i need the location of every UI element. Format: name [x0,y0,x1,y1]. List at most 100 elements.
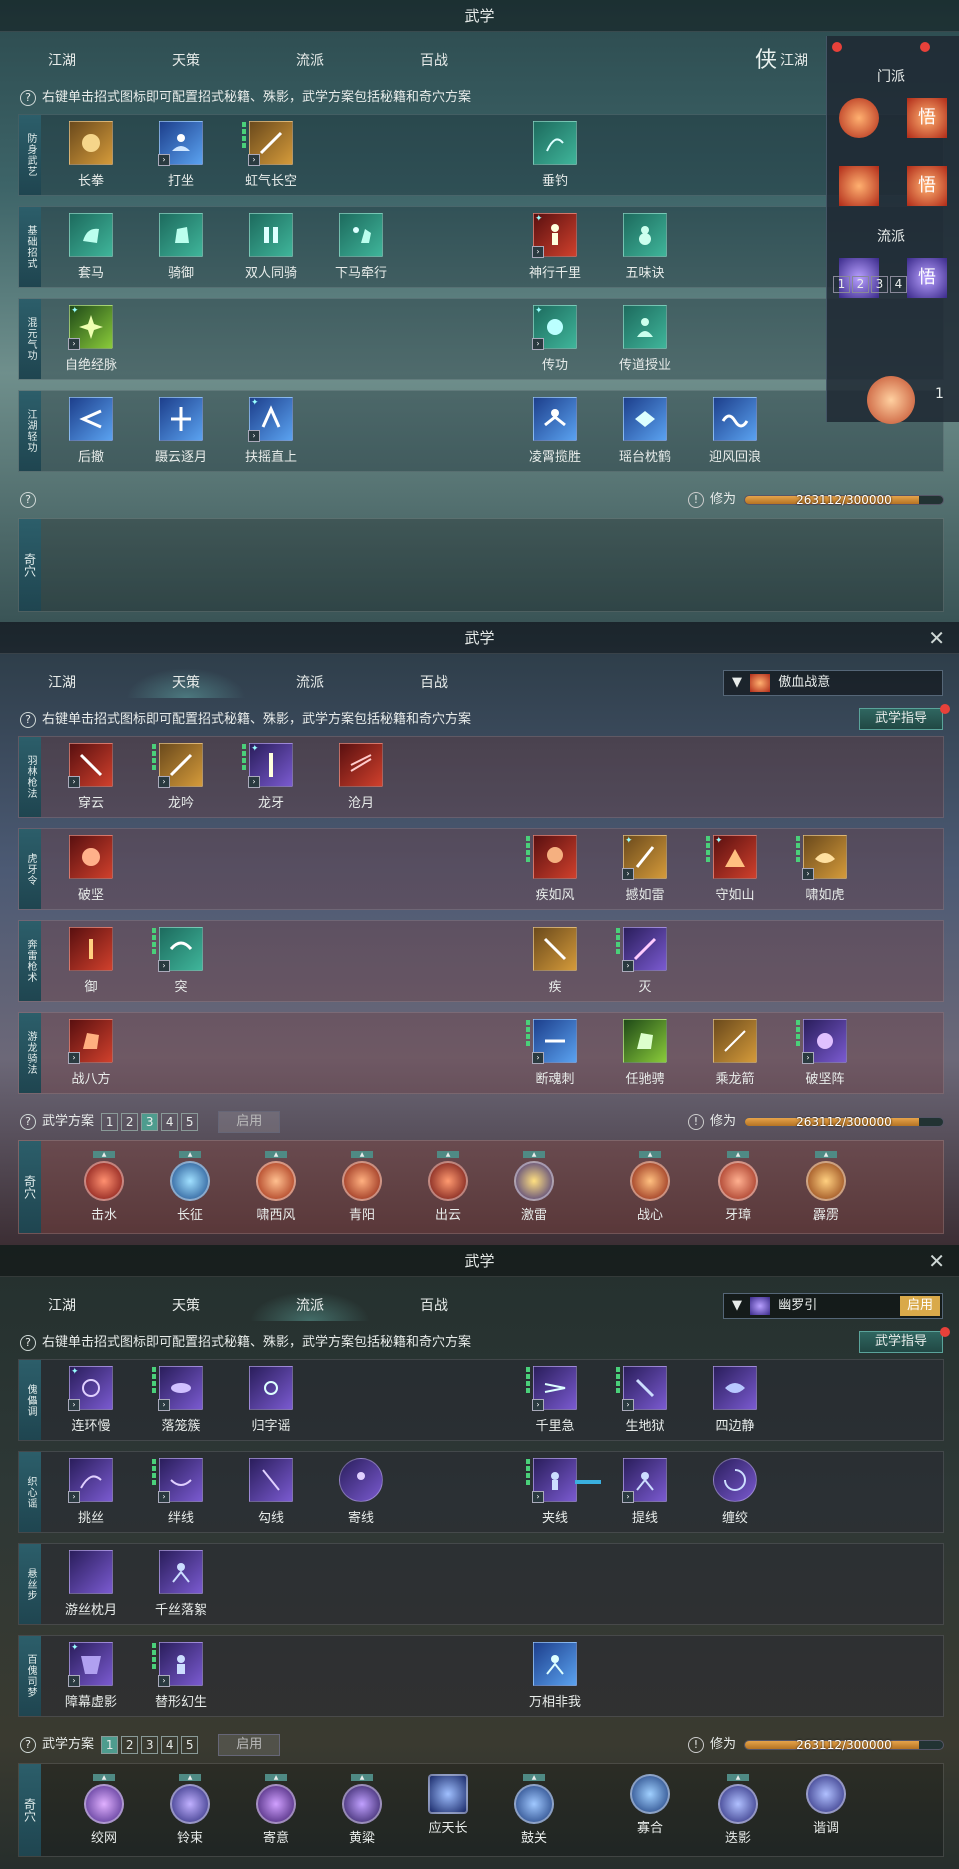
skill-lingxiaolansheng[interactable]: 凌霄揽胜 [515,397,595,465]
wuxue-guide-button[interactable]: 武学指导 [859,1331,943,1353]
skill-zhangmuxuying[interactable]: ✦ › 障幕虚影 [51,1642,131,1710]
skill-jiaxian[interactable]: › 夹线 [515,1458,595,1526]
tab-baizhan[interactable]: 百战 [374,46,494,76]
help-icon[interactable]: ? [20,89,36,106]
skill-cangyue[interactable]: 沧月 [321,743,401,811]
skill-fuyaozhishang[interactable]: ✦ › 扶摇直上 [231,397,311,465]
dropdown-enable-button[interactable]: 启用 [900,1296,940,1316]
qixue-qingyang[interactable]: ▲ 青阳 [327,1151,397,1223]
help-icon[interactable]: ? [20,1736,36,1753]
side-num-4[interactable]: 4 [890,276,907,293]
skill-longyin[interactable]: › 龙吟 [141,743,221,811]
skill-banxian[interactable]: › 绊线 [141,1458,221,1526]
menpai-skill-icon[interactable] [839,98,879,138]
help-icon[interactable]: ? [20,1334,36,1351]
qixue-zhanxin[interactable]: ▲ 战心 [615,1151,685,1223]
info-icon[interactable]: ! [688,1113,704,1130]
liupai-wu-icon[interactable]: 悟 [907,258,947,298]
tab-jianghu-right[interactable]: 江湖 [780,50,808,70]
skill-hongqichangkong[interactable]: › 虹气长空 [231,121,311,189]
skill-yu[interactable]: 御 [51,927,131,995]
side-num-2[interactable]: 2 [852,276,869,293]
skill-zijuejingmai[interactable]: ✦ › 自绝经脉 [51,305,131,373]
skill-jirufeng[interactable]: 疾如风 [515,835,595,903]
skill-mie[interactable]: › 灭 [605,927,685,995]
tab-tiance[interactable]: 天策 [126,46,246,76]
skill-chuanyun[interactable]: › 穿云 [51,743,131,811]
skill-dazuo[interactable]: › 打坐 [141,121,221,189]
info-icon[interactable]: ! [688,491,704,508]
tab-baizhan[interactable]: 百战 [374,668,494,698]
skill-wuweijue[interactable]: 五味诀 [605,213,685,281]
tab-tiance[interactable]: 天策 [126,1291,246,1321]
scheme-1[interactable]: 1 [101,1112,119,1131]
tab-liupai[interactable]: 流派 [250,1291,370,1321]
tab-liupai[interactable]: 流派 [250,668,370,698]
skill-sibianjing[interactable]: 四边静 [695,1366,775,1434]
close-icon[interactable]: ✕ [928,626,945,650]
skill-pojianzhen[interactable]: › 破坚阵 [785,1019,865,1087]
skill-guiziyao[interactable]: 归字谣 [231,1366,311,1434]
menpai-wu-icon[interactable]: 悟 [907,98,947,138]
skill-houche[interactable]: 后撤 [51,397,131,465]
info-icon[interactable]: ! [688,1736,704,1753]
skill-taoma[interactable]: 套马 [51,213,131,281]
skill-yaotaizhenhe[interactable]: 瑶台枕鹤 [605,397,685,465]
tab-jianghu[interactable]: 江湖 [2,668,122,698]
qixue-lingshu[interactable]: ▲ 铃束 [155,1774,225,1846]
skill-qianliji[interactable]: › 千里急 [515,1366,595,1434]
tab-jianghu[interactable]: 江湖 [2,1291,122,1321]
menpai-wu2-icon[interactable]: 悟 [907,166,947,206]
scheme-2[interactable]: 2 [121,1735,139,1754]
scheme-5[interactable]: 5 [181,1735,199,1754]
skill-pojian[interactable]: 破坚 [51,835,131,903]
qixue-huangliang[interactable]: ▲ 黄粱 [327,1774,397,1846]
scheme-1[interactable]: 1 [101,1735,119,1754]
skill-xiamaqianxing[interactable]: 下马牵行 [321,213,401,281]
side-num-1[interactable]: 1 [833,276,850,293]
menpai-skill2-icon[interactable] [839,166,879,206]
help-icon[interactable]: ? [20,711,36,728]
skill-qiansiluoxu[interactable]: 千丝落絮 [141,1550,221,1618]
tab-baizhan[interactable]: 百战 [374,1291,494,1321]
scheme-3[interactable]: 3 [141,1112,159,1131]
qixue-guguan[interactable]: ▲ 鼓关 [499,1774,569,1846]
kungfu-dropdown[interactable]: ▼ 傲血战意 [723,670,943,696]
qixue-guahe[interactable]: 寡合 [615,1774,685,1836]
skill-tu[interactable]: › 突 [141,927,221,995]
skill-tixian[interactable]: › 提线 [605,1458,685,1526]
enable-button[interactable]: 启用 [218,1110,281,1133]
skill-nieyunzhuyue[interactable]: 蹑云逐月 [141,397,221,465]
kungfu-dropdown[interactable]: ▼ 幽罗引 启用 [723,1293,943,1319]
skill-yingfenghuilang[interactable]: 迎风回浪 [695,397,775,465]
qixue-jiaowang[interactable]: ▲ 绞网 [69,1774,139,1846]
skill-qiyu[interactable]: 骑御 [141,213,221,281]
skill-ji[interactable]: 疾 [515,927,595,995]
help-icon[interactable]: ? [20,491,36,508]
scheme-2[interactable]: 2 [121,1112,139,1131]
skill-tiaosi[interactable]: › 挑丝 [51,1458,131,1526]
skill-duanhunci[interactable]: › 断魂刺 [515,1019,595,1087]
scheme-5[interactable]: 5 [181,1112,199,1131]
tab-tiance[interactable]: 天策 [126,668,246,698]
skill-chuangong[interactable]: ✦ › 传功 [515,305,595,373]
skill-xiaoruhu[interactable]: › 啸如虎 [785,835,865,903]
skill-shourushan[interactable]: ✦ 守如山 [695,835,775,903]
skill-chanjiao[interactable]: 缠绞 [695,1458,775,1526]
avatar[interactable] [867,376,915,424]
qixue-chuyun[interactable]: ▲ 出云 [413,1151,483,1223]
skill-hanrulei[interactable]: ✦ › 撼如雷 [605,835,685,903]
skill-shenxingqianli[interactable]: ✦ › 神行千里 [515,213,595,281]
qixue-changzheng[interactable]: ▲ 长征 [155,1151,225,1223]
tab-liupai[interactable]: 流派 [250,46,370,76]
skill-chuandaoshouye[interactable]: 传道授业 [605,305,685,373]
scheme-3[interactable]: 3 [141,1735,159,1754]
skill-luolongcu[interactable]: › 落笼簇 [141,1366,221,1434]
scheme-4[interactable]: 4 [161,1112,179,1131]
close-icon[interactable]: ✕ [928,1249,945,1273]
skill-changquan[interactable]: 长拳 [51,121,131,189]
skill-zhanbafang[interactable]: › 战八方 [51,1019,131,1087]
help-icon[interactable]: ? [20,1113,36,1130]
tab-jianghu[interactable]: 江湖 [2,46,122,76]
skill-yousizhenyue[interactable]: 游丝枕月 [51,1550,131,1618]
